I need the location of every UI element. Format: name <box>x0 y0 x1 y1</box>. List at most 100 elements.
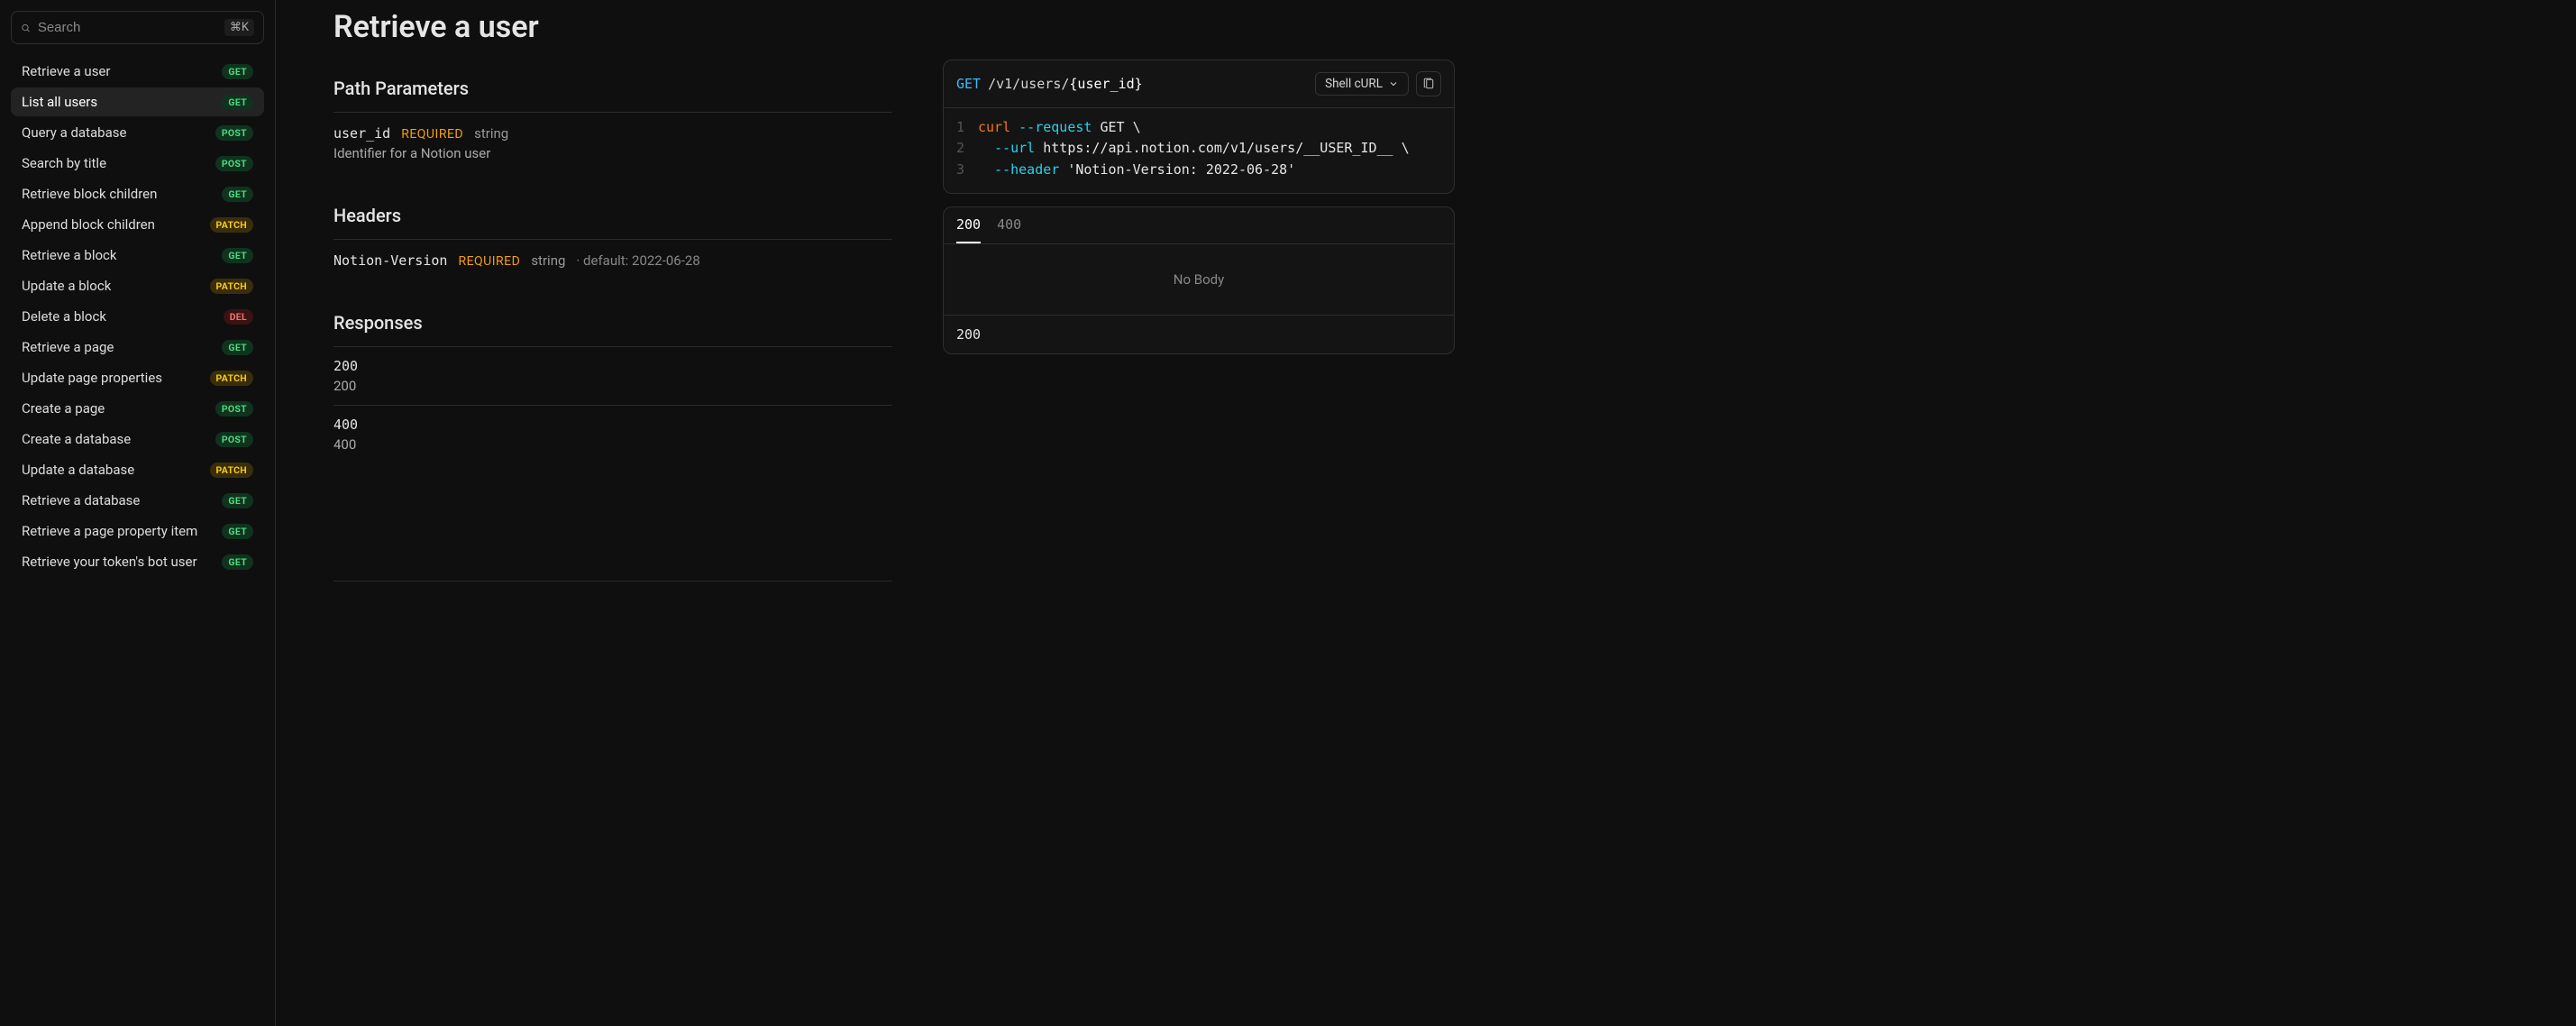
sidebar-item[interactable]: Retrieve a blockGET <box>11 241 264 270</box>
code-content: --url https://api.notion.com/v1/users/__… <box>978 138 1410 159</box>
sidebar-item-label: Retrieve a database <box>22 492 140 508</box>
header-row: Notion-Version REQUIRED string · default… <box>333 239 892 285</box>
path-params-heading: Path Parameters <box>333 78 892 99</box>
sidebar-item-label: Create a database <box>22 431 131 447</box>
param-row: user_id REQUIRED string Identifier for a… <box>333 112 892 178</box>
param-name: user_id <box>333 125 390 142</box>
clipboard-icon <box>1422 78 1435 90</box>
response-panel: 200 400 No Body 200 <box>943 206 1455 354</box>
sidebar-item-label: Delete a block <box>22 308 106 325</box>
sidebar-item-label: Append block children <box>22 216 155 233</box>
method-badge: PATCH <box>210 217 254 233</box>
page-title: Retrieve a user <box>333 9 892 45</box>
line-number: 2 <box>956 138 978 159</box>
header-type: string <box>531 252 565 269</box>
response-code: 200 <box>333 358 892 374</box>
content: Retrieve a user Path Parameters user_id … <box>276 0 2576 1026</box>
search-icon <box>21 21 31 35</box>
code-line: 3 --header 'Notion-Version: 2022-06-28' <box>956 160 1441 180</box>
method-badge: POST <box>215 156 253 171</box>
method-badge: POST <box>215 125 253 141</box>
line-number: 3 <box>956 160 978 180</box>
sidebar-item-label: Retrieve a user <box>22 63 110 79</box>
code-block: 1curl --request GET \2 --url https://api… <box>944 108 1454 193</box>
sidebar-item-label: List all users <box>22 94 97 110</box>
sidebar-item-label: Update a database <box>22 462 134 478</box>
response-row: 400 400 <box>333 405 892 463</box>
request-path: /v1/users/{user_id} <box>988 76 1143 92</box>
param-required-label: REQUIRED <box>401 127 463 142</box>
sidebar-item[interactable]: Retrieve a page property item GET <box>11 517 264 545</box>
sidebar-item[interactable]: List all users GET <box>11 87 264 116</box>
method-badge: POST <box>215 401 253 417</box>
search-input[interactable] <box>38 20 217 35</box>
request-panel: GET /v1/users/{user_id} Shell cURL 1curl… <box>943 60 1455 194</box>
response-body: No Body <box>944 243 1454 315</box>
section-divider <box>333 581 892 582</box>
sidebar-item[interactable]: Search by title POST <box>11 149 264 178</box>
sidebar-item[interactable]: Retrieve a database GET <box>11 486 264 515</box>
endpoint-nav: Retrieve a user GET List all users GET Query… <box>11 57 264 576</box>
method-badge: POST <box>215 432 253 447</box>
code-line: 2 --url https://api.notion.com/v1/users/… <box>956 138 1441 159</box>
sidebar-item[interactable]: Retrieve a page GET <box>11 333 264 362</box>
headers-heading: Headers <box>333 205 892 226</box>
sidebar-item-label: Retrieve a page <box>22 339 114 355</box>
method-badge: GET <box>222 493 253 508</box>
response-tabs: 200 400 <box>944 207 1454 243</box>
method-badge: GET <box>222 95 253 110</box>
sidebar-item[interactable]: Update a database PATCH <box>11 455 264 484</box>
request-panel-header: GET /v1/users/{user_id} Shell cURL <box>944 60 1454 108</box>
sidebar-item-label: Update page properties <box>22 370 162 386</box>
response-description: 200 <box>333 378 892 394</box>
method-badge: GET <box>222 554 253 570</box>
code-line: 1curl --request GET \ <box>956 117 1441 138</box>
sidebar-item[interactable]: Update a block PATCH <box>11 271 264 300</box>
sidebar-item[interactable]: Update page properties PATCH <box>11 363 264 392</box>
sidebar-item[interactable]: Create a pagePOST <box>11 394 264 423</box>
header-required-label: REQUIRED <box>458 254 520 269</box>
header-name: Notion-Version <box>333 252 447 269</box>
response-tab[interactable]: 400 <box>997 216 1021 243</box>
search-shortcut: ⌘K <box>224 19 254 36</box>
response-footer: 200 <box>944 315 1454 353</box>
method-badge: GET <box>222 187 253 202</box>
param-type: string <box>474 125 508 142</box>
code-column: GET /v1/users/{user_id} Shell cURL 1curl… <box>943 9 1455 990</box>
method-badge: PATCH <box>210 371 254 386</box>
method-badge: PATCH <box>210 279 254 294</box>
language-select[interactable]: Shell cURL <box>1315 72 1409 96</box>
sidebar-item[interactable]: Delete a block DEL <box>11 302 264 331</box>
method-badge: DEL <box>224 309 253 325</box>
search-box[interactable]: ⌘K <box>11 11 264 44</box>
sidebar-item[interactable]: Query a database POST <box>11 118 264 147</box>
sidebar-item-label: Retrieve a page property item <box>22 523 197 539</box>
response-tab[interactable]: 200 <box>956 216 981 243</box>
sidebar: ⌘K Retrieve a user GET List all users GET Qu… <box>0 0 276 1026</box>
param-description: Identifier for a Notion user <box>333 145 892 161</box>
sidebar-item[interactable]: Append block children PATCH <box>11 210 264 239</box>
documentation-column: Retrieve a user Path Parameters user_id … <box>333 9 892 990</box>
sidebar-item[interactable]: Retrieve your token's bot user GET <box>11 547 264 576</box>
request-method: GET <box>956 76 981 92</box>
sidebar-item-label: Search by title <box>22 155 106 171</box>
sidebar-item[interactable]: Retrieve block childrenGET <box>11 179 264 208</box>
sidebar-item[interactable]: Create a database POST <box>11 425 264 453</box>
code-content: curl --request GET \ <box>978 117 1141 138</box>
method-badge: GET <box>222 524 253 539</box>
method-badge: GET <box>222 340 253 355</box>
response-code: 400 <box>333 417 892 433</box>
chevron-down-icon <box>1388 78 1399 89</box>
sidebar-item-label: Update a block <box>22 278 111 294</box>
sidebar-item-label: Retrieve your token's bot user <box>22 554 197 570</box>
method-badge: PATCH <box>210 463 254 478</box>
copy-button[interactable] <box>1416 71 1441 96</box>
sidebar-item[interactable]: Retrieve a user GET <box>11 57 264 86</box>
sidebar-item-label: Query a database <box>22 124 126 141</box>
method-badge: GET <box>222 64 253 79</box>
line-number: 1 <box>956 117 978 138</box>
method-badge: GET <box>222 248 253 263</box>
header-default: · default: 2022-06-28 <box>576 252 699 269</box>
responses-heading: Responses <box>333 312 892 334</box>
response-description: 400 <box>333 436 892 453</box>
